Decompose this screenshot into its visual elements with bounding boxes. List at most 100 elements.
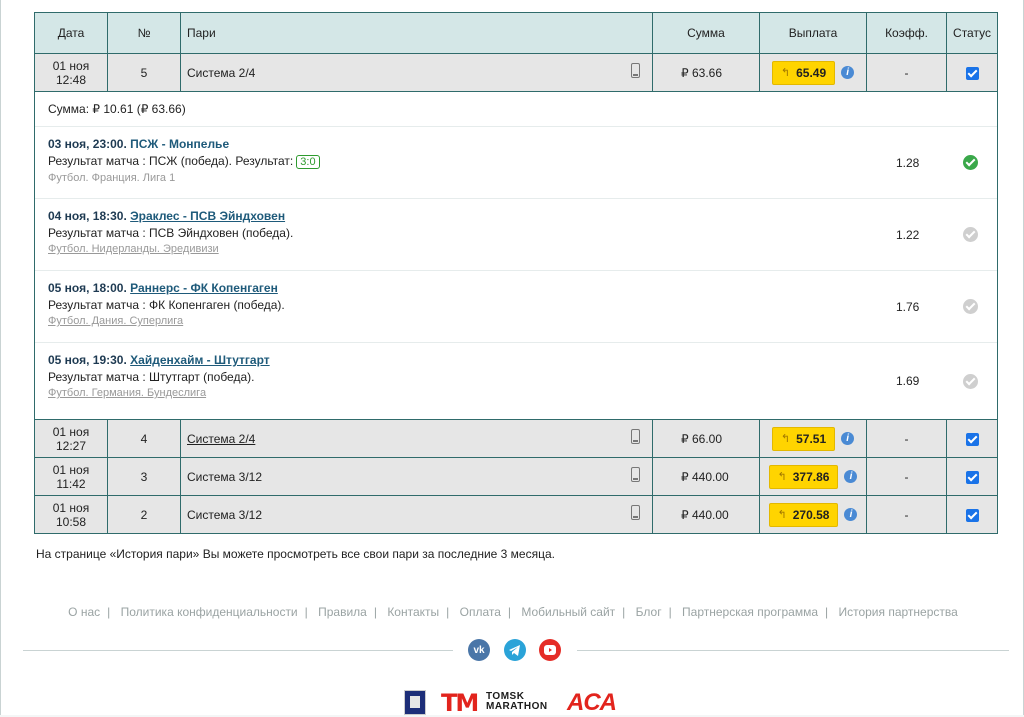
mobile-phone-icon — [631, 467, 640, 482]
win-check-icon — [963, 155, 978, 170]
event-status — [963, 343, 978, 419]
info-icon[interactable]: i — [841, 66, 855, 80]
bet-status-cell — [946, 495, 998, 534]
status-checkbox[interactable] — [965, 66, 979, 80]
bet-name-cell[interactable]: Система 2/4 — [180, 419, 653, 458]
footer-separator: | — [622, 605, 626, 619]
event-title: 03 ноя, 23:00. ПСЖ - Монпелье — [48, 137, 230, 151]
event-coef: 1.22 — [896, 227, 920, 242]
footer-link-partner-history[interactable]: История партнерства — [838, 605, 957, 619]
youtube-icon[interactable] — [539, 639, 561, 661]
mobile-phone-icon — [631, 63, 640, 78]
bet-name-cell[interactable]: Система 3/12 — [180, 495, 653, 534]
event-item: 03 ноя, 23:00. ПСЖ - Монпелье Результат … — [35, 127, 997, 199]
event-score-badge: 3:0 — [296, 155, 320, 169]
event-teams-link[interactable]: ПСЖ - Монпелье — [130, 137, 229, 151]
bet-name[interactable]: Система 3/12 — [187, 470, 262, 484]
bet-date: 01 ноя 12:48 — [34, 53, 108, 92]
footer-separator: | — [373, 605, 377, 619]
status-checkbox[interactable] — [965, 508, 979, 522]
bet-name[interactable]: Система 2/4 — [187, 66, 255, 80]
event-result: Результат матча : ПСЖ (победа). Результа… — [48, 154, 997, 169]
bet-name[interactable]: Система 3/12 — [187, 508, 262, 522]
event-status — [963, 271, 978, 342]
col-num-header: № — [107, 12, 181, 54]
bet-sum: ₽ 440.00 — [652, 495, 760, 534]
info-icon[interactable]: i — [844, 508, 858, 522]
footer-link-partner[interactable]: Партнерская программа — [682, 605, 818, 619]
bet-name-cell[interactable]: Система 2/4 — [180, 53, 653, 92]
info-icon[interactable]: i — [844, 470, 858, 484]
bet-number: 2 — [107, 495, 181, 534]
status-checkbox[interactable] — [965, 432, 979, 446]
bet-name-cell[interactable]: Система 3/12 — [180, 457, 653, 496]
footer-separator: | — [507, 605, 512, 619]
cashout-arrow-icon: ↰ — [780, 67, 791, 79]
aca-logo: ACA — [567, 689, 617, 716]
col-payout-header: Выплата — [759, 12, 867, 54]
footer-link-about[interactable]: О нас — [68, 605, 100, 619]
bet-coef: - — [866, 457, 947, 496]
bet-number: 3 — [107, 457, 181, 496]
cashout-button[interactable]: ↰ 57.51 — [771, 426, 836, 451]
page-frame: Дата № Пари Сумма Выплата Коэфф. Статус … — [0, 0, 1024, 716]
bet-sum: ₽ 66.00 — [652, 419, 760, 458]
cashout-button[interactable]: ↰ 270.58 — [768, 502, 839, 527]
col-date-header: Дата — [34, 12, 108, 54]
bet-number: 5 — [107, 53, 181, 92]
event-league-link[interactable]: Футбол. Нидерланды. Эредивизи — [48, 243, 997, 255]
partner-logos: TM TOMSK MARATHON ACA — [1, 689, 1024, 716]
cashout-button[interactable]: ↰ 377.86 — [768, 464, 839, 489]
event-league-link[interactable]: Футбол. Дания. Суперлига — [48, 315, 997, 327]
bet-status-cell — [946, 419, 998, 458]
bet-payout-cell: ↰ 65.49 i — [759, 53, 867, 92]
pending-check-icon — [963, 299, 978, 314]
bet-payout-cell: ↰ 377.86 i — [759, 457, 867, 496]
cashout-arrow-icon: ↰ — [777, 471, 787, 483]
bet-detail: Сумма: ₽ 10.61 (₽ 63.66) 03 ноя, 23:00. … — [34, 91, 998, 420]
bet-coef: - — [866, 495, 947, 534]
pending-check-icon — [963, 373, 978, 389]
bet-coef: - — [866, 419, 947, 458]
detail-sum-line: Сумма: ₽ 10.61 (₽ 63.66) — [35, 92, 997, 127]
event-league-link[interactable]: Футбол. Германия. Бундеслига — [48, 387, 997, 399]
event-result: Результат матча : ПСВ Эйндховен (победа)… — [48, 226, 294, 240]
cashout-button[interactable]: ↰ 65.49 — [771, 60, 836, 85]
table-row[interactable]: 01 ноя 10:58 2 Система 3/12 ₽ 440.00 ↰ 270… — [34, 495, 998, 534]
footer-link-payment[interactable]: Оплата — [460, 605, 501, 619]
bet-name[interactable]: Система 2/4 — [187, 432, 255, 446]
footer-separator: | — [304, 605, 308, 619]
cashout-arrow-icon: ↰ — [780, 433, 791, 445]
status-checkbox[interactable] — [965, 470, 979, 484]
telegram-icon[interactable] — [504, 639, 526, 661]
event-teams-link[interactable]: Эраклес - ПСВ Эйндховен — [130, 209, 285, 223]
event-title: 05 ноя, 19:30. Хайденхайм - Штутгарт — [48, 353, 270, 367]
footer-link-mobile[interactable]: Мобильный сайт — [521, 605, 615, 619]
vk-icon[interactable]: vk — [468, 639, 490, 661]
table-row[interactable]: 01 ноя 12:48 5 Система 2/4 ₽ 63.66 ↰ 65.49… — [34, 53, 998, 92]
footer-link-blog[interactable]: Блог — [636, 605, 662, 619]
bet-status-cell — [946, 53, 998, 92]
event-item: 04 ноя, 18:30. Эраклес - ПСВ Эйндховен Р… — [35, 199, 997, 271]
footer-link-privacy[interactable]: Политика конфиденциальности — [121, 605, 298, 619]
col-sum-header: Сумма — [652, 12, 760, 54]
mobile-phone-icon — [631, 429, 640, 444]
footer-separator: | — [825, 605, 829, 619]
event-item: 05 ноя, 18:00. Раннерс - ФК Копенгаген Р… — [35, 271, 997, 343]
event-coef: 1.76 — [896, 299, 920, 314]
table-row[interactable]: 01 ноя 12:27 4 Система 2/4 ₽ 66.00 ↰ 57.51… — [34, 419, 998, 458]
cashout-arrow-icon: ↰ — [777, 509, 787, 521]
bet-payout-cell: ↰ 57.51 i — [759, 419, 867, 458]
club-crest-logo — [404, 690, 426, 715]
event-league: Футбол. Франция. Лига 1 — [48, 172, 176, 184]
event-status — [963, 199, 978, 270]
footer-link-rules[interactable]: Правила — [318, 605, 367, 619]
footer-link-contacts[interactable]: Контакты — [387, 605, 439, 619]
bet-payout-cell: ↰ 270.58 i — [759, 495, 867, 534]
event-teams-link[interactable]: Раннерс - ФК Копенгаген — [130, 281, 278, 295]
info-icon[interactable]: i — [841, 432, 855, 446]
bet-coef: - — [866, 53, 947, 92]
bet-date: 01 ноя 10:58 — [34, 495, 108, 534]
event-teams-link[interactable]: Хайденхайм - Штутгарт — [130, 353, 270, 367]
table-row[interactable]: 01 ноя 11:42 3 Система 3/12 ₽ 440.00 ↰ 377… — [34, 457, 998, 496]
